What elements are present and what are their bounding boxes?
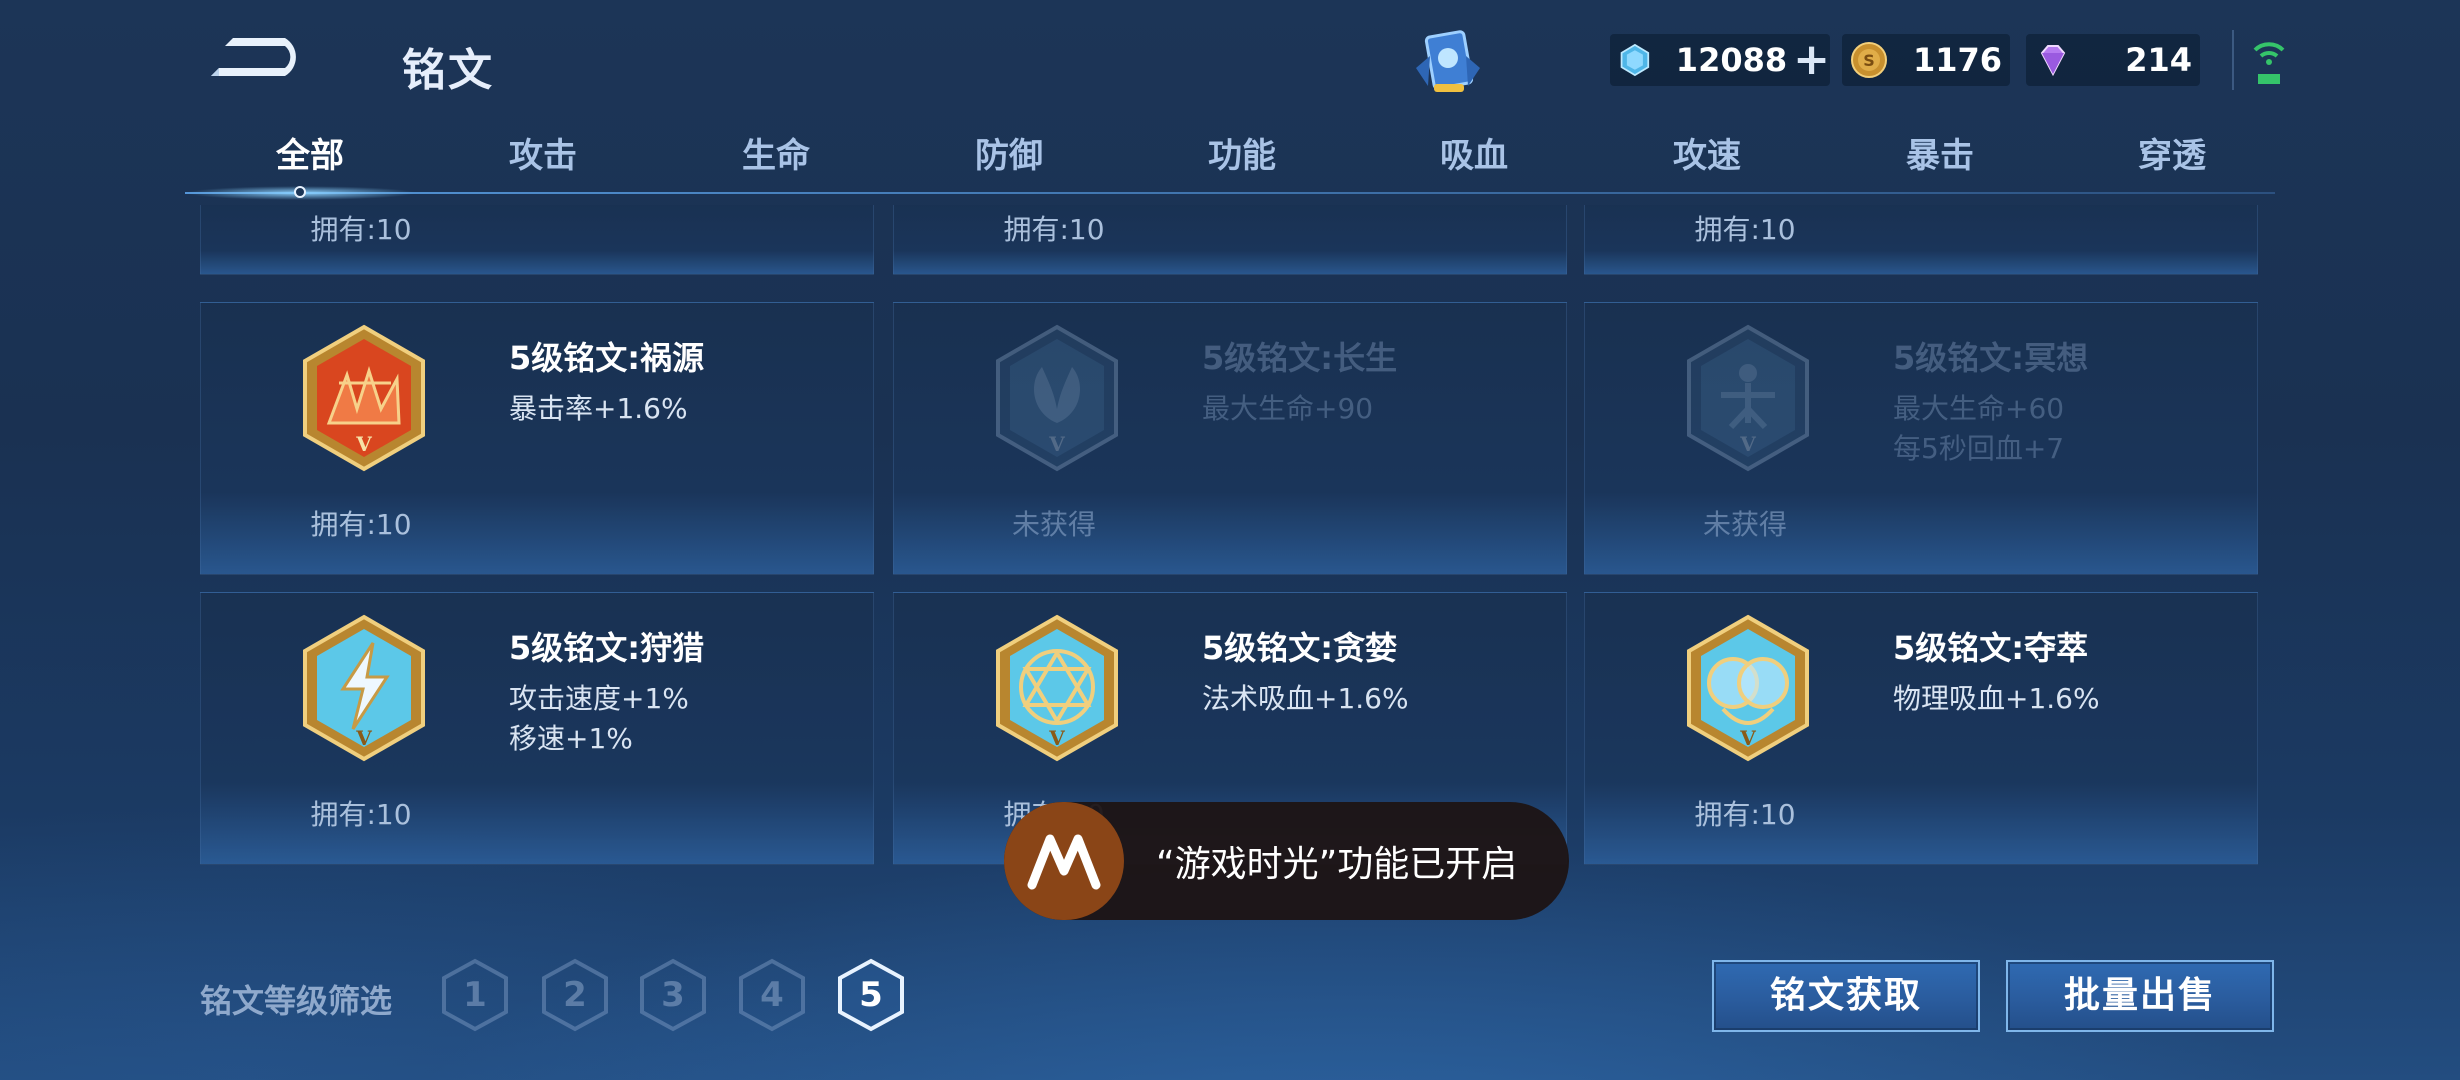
inscription-card[interactable]: 拥有:10 xyxy=(1584,205,2258,275)
tab-all[interactable]: 全部 xyxy=(190,128,430,177)
svg-text:V: V xyxy=(355,726,372,750)
longevity-emblem-icon: V xyxy=(996,324,1118,472)
tab-penetration[interactable]: 穿透 xyxy=(2052,128,2292,177)
owned-count: 拥有:10 xyxy=(310,798,412,831)
meditation-emblem-icon: V xyxy=(1687,324,1809,472)
category-tabs: 全部 攻击 生命 防御 功能 吸血 攻速 暴击 穿透 xyxy=(190,128,2270,196)
inscription-name: 5级铭文:贪婪 xyxy=(1202,629,1398,667)
inscription-attribute: 最大生命+90 xyxy=(1202,392,1374,425)
svg-text:V: V xyxy=(1739,432,1756,456)
inscription-attribute: 每5秒回血+7 xyxy=(1893,432,2065,465)
hunt-emblem-icon: V xyxy=(303,614,425,762)
svg-text:V: V xyxy=(1048,726,1065,750)
game-time-toast: “游戏时光”功能已开启 xyxy=(1004,802,1569,920)
gold-count: 1176 xyxy=(1912,41,2002,79)
not-obtained-label: 未获得 xyxy=(1011,508,1096,541)
greed-emblem-icon: V xyxy=(996,614,1118,762)
tab-utility[interactable]: 功能 xyxy=(1122,128,1362,177)
toast-message: “游戏时光”功能已开启 xyxy=(1156,844,1518,885)
active-tab-dot xyxy=(294,186,306,198)
inscription-card-changsheng[interactable]: V 5级铭文:长生 最大生命+90 未获得 xyxy=(893,302,1567,575)
header-divider xyxy=(2232,30,2234,90)
inscription-card[interactable]: 拥有:10 xyxy=(200,205,874,275)
extraction-emblem-icon: V xyxy=(1687,614,1809,762)
level-filter-3[interactable]: 3 xyxy=(638,958,708,1032)
inscription-card-huoyuan[interactable]: V 5级铭文:祸源 暴击率+1.6% 拥有:10 xyxy=(200,302,874,575)
level-filter-4[interactable]: 4 xyxy=(737,958,807,1032)
level-filter-5[interactable]: 5 xyxy=(836,958,906,1032)
inscription-card[interactable]: 拥有:10 xyxy=(893,205,1567,275)
inscription-attribute: 法术吸血+1.6% xyxy=(1202,682,1409,715)
tab-health[interactable]: 生命 xyxy=(656,128,896,177)
inscription-attribute: 暴击率+1.6% xyxy=(509,392,688,425)
gem-count: 214 xyxy=(2125,41,2192,79)
motorola-logo-icon xyxy=(1004,802,1124,920)
inscription-name: 5级铭文:冥想 xyxy=(1893,339,2089,377)
page-title: 铭文 xyxy=(402,45,494,96)
inscription-name: 5级铭文:狩猎 xyxy=(509,629,705,667)
inscription-card-mingxiang[interactable]: V 5级铭文:冥想 最大生命+60 每5秒回血+7 未获得 xyxy=(1584,302,2258,575)
owned-count: 拥有:10 xyxy=(310,508,412,541)
inscription-attribute: 物理吸血+1.6% xyxy=(1893,682,2100,715)
tab-attack-speed[interactable]: 攻速 xyxy=(1587,128,1827,177)
bulk-sell-button[interactable]: 批量出售 xyxy=(2006,960,2274,1032)
owned-count: 拥有:10 xyxy=(1694,213,1796,246)
inscription-name: 5级铭文:祸源 xyxy=(509,339,705,377)
owned-count: 拥有:10 xyxy=(1694,798,1796,831)
level-filter-1[interactable]: 1 xyxy=(440,958,510,1032)
back-button[interactable] xyxy=(205,30,310,84)
tab-attack[interactable]: 攻击 xyxy=(423,128,663,177)
svg-text:V: V xyxy=(1739,726,1756,750)
svg-text:V: V xyxy=(355,432,372,456)
svg-text:S: S xyxy=(1863,51,1875,70)
inscription-store-icon[interactable] xyxy=(1408,28,1488,100)
tab-defense[interactable]: 防御 xyxy=(889,128,1129,177)
tab-underline xyxy=(185,192,2275,194)
gold-coin-icon: S xyxy=(1851,42,1887,78)
crystal-count: 12088 xyxy=(1675,41,1788,79)
get-inscription-button[interactable]: 铭文获取 xyxy=(1712,960,1980,1032)
add-crystal-button[interactable]: + xyxy=(1793,38,1830,82)
not-obtained-label: 未获得 xyxy=(1702,508,1787,541)
level-filter-2[interactable]: 2 xyxy=(540,958,610,1032)
calamity-emblem-icon: V xyxy=(303,324,425,472)
crystal-currency: 12088 + xyxy=(1610,34,1830,86)
inscription-card-duocui[interactable]: V 5级铭文:夺萃 物理吸血+1.6% 拥有:10 xyxy=(1584,592,2258,865)
inscription-attribute: 攻击速度+1% xyxy=(509,682,689,715)
level-filter-label: 铭文等级筛选 xyxy=(200,982,393,1020)
gold-currency: S 1176 xyxy=(1842,34,2010,86)
gem-currency: 214 xyxy=(2026,34,2200,86)
inscription-name: 5级铭文:长生 xyxy=(1202,339,1398,377)
network-signal-icon xyxy=(2253,42,2285,84)
inscription-attribute: 最大生命+60 xyxy=(1893,392,2065,425)
purple-gem-icon xyxy=(2040,45,2066,77)
tab-critical[interactable]: 暴击 xyxy=(1820,128,2060,177)
tab-lifesteal[interactable]: 吸血 xyxy=(1354,128,1594,177)
inscription-attribute: 移速+1% xyxy=(509,722,633,755)
inscription-grid[interactable]: 拥有:10 拥有:10 拥有:10 V 5级铭文:祸源 暴击率+1.6% 拥有:… xyxy=(200,205,2260,865)
svg-text:V: V xyxy=(1048,432,1065,456)
inscription-name: 5级铭文:夺萃 xyxy=(1893,629,2089,667)
owned-count: 拥有:10 xyxy=(1003,213,1105,246)
inscription-card-shoulie[interactable]: V 5级铭文:狩猎 攻击速度+1% 移速+1% 拥有:10 xyxy=(200,592,874,865)
crystal-icon xyxy=(1620,43,1650,77)
owned-count: 拥有:10 xyxy=(310,213,412,246)
